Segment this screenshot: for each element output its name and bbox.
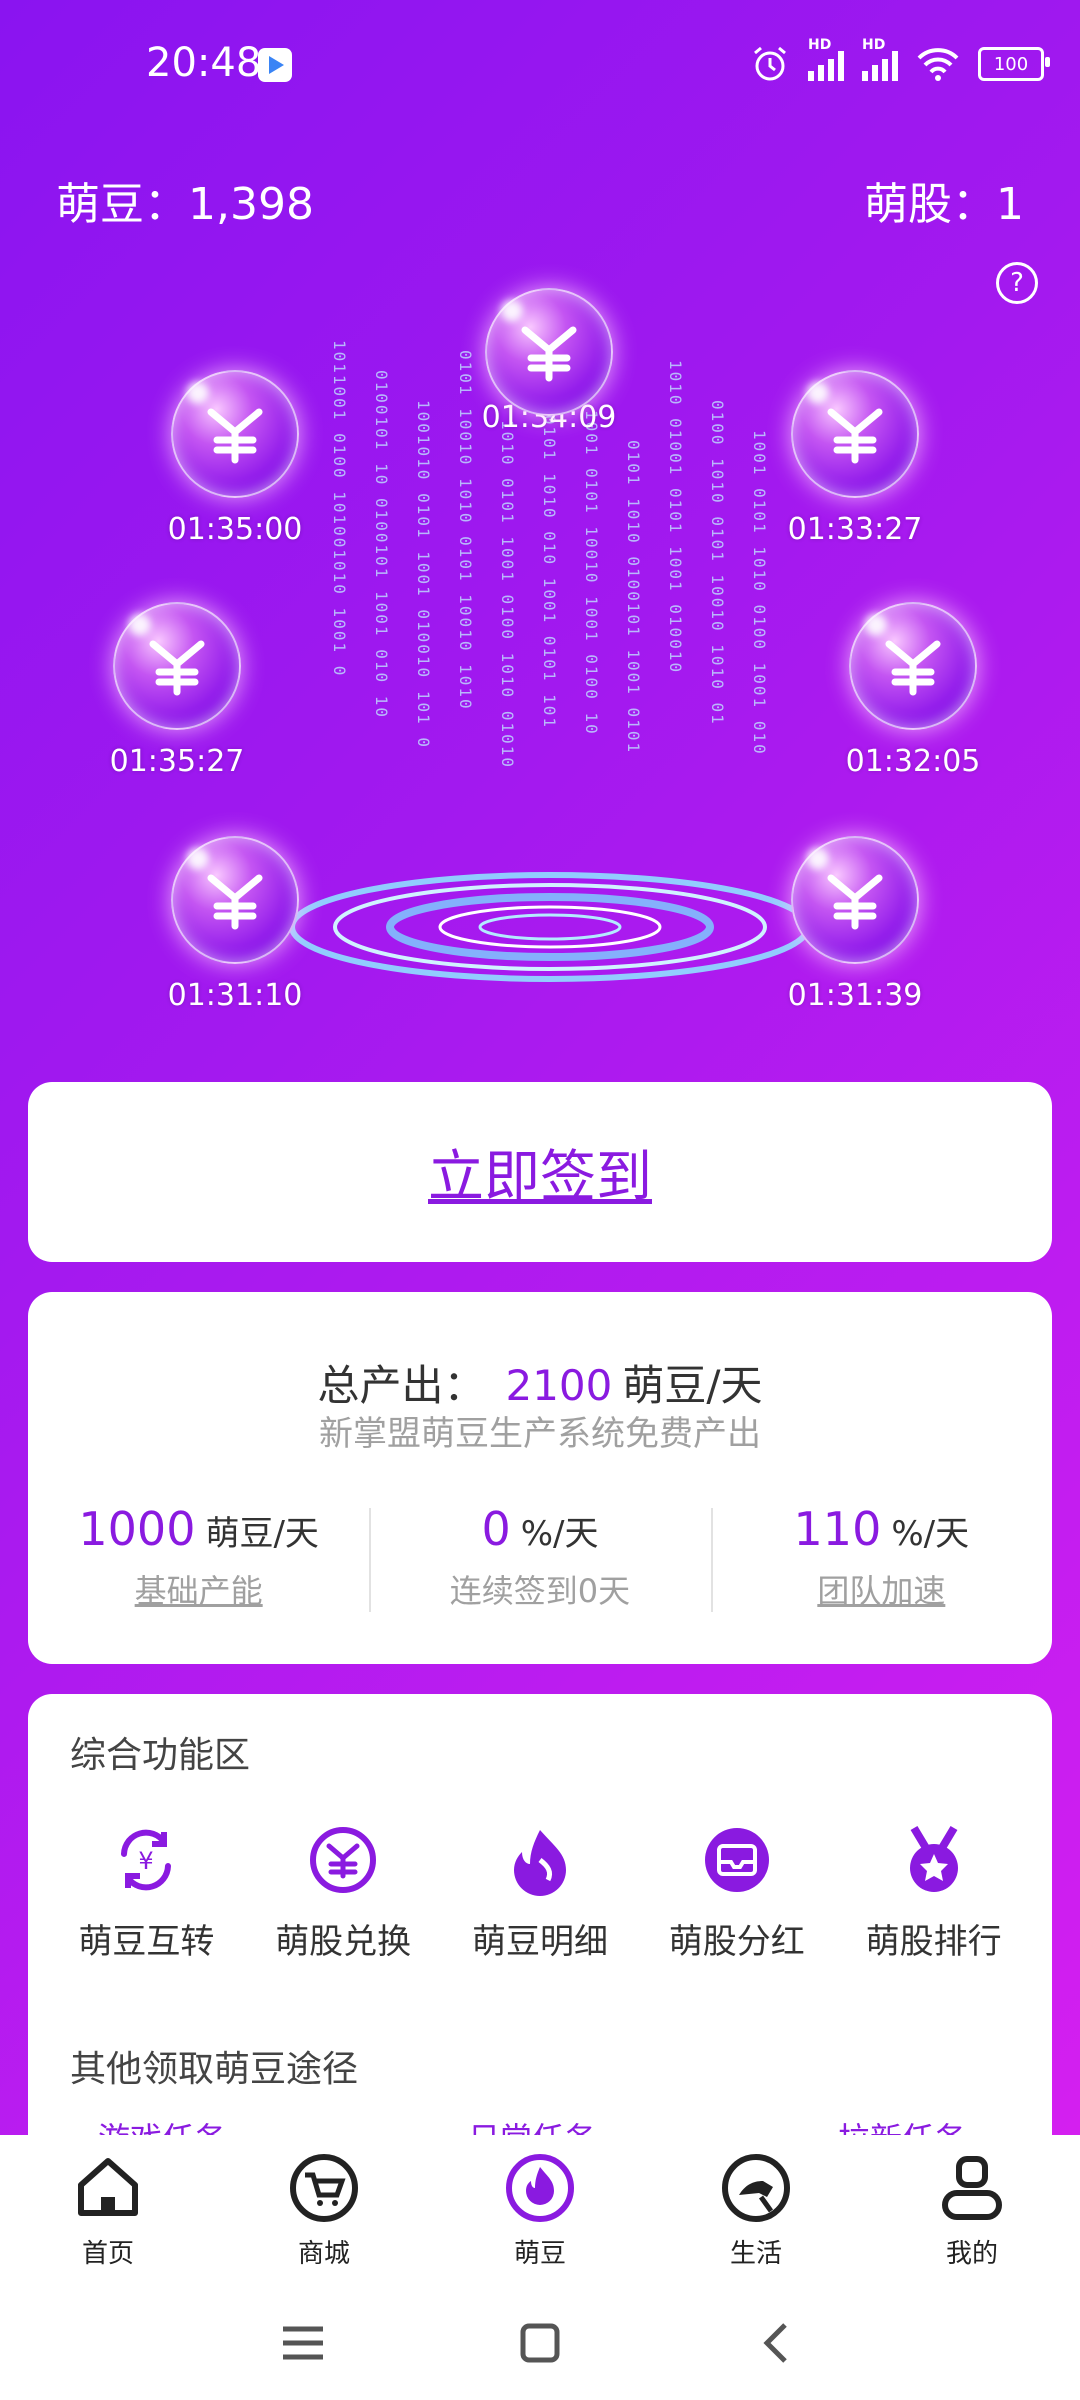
nav-label: 萌豆 xyxy=(513,2239,566,2269)
signin-button[interactable]: 立即签到 xyxy=(428,1132,652,1213)
nav-label: 商城 xyxy=(297,2239,350,2269)
platform-rings xyxy=(289,872,811,982)
stat-team-boost: 110 %/天 团队加速 xyxy=(710,1502,1052,1612)
total-output: 总产出： 2100 萌豆/天 xyxy=(28,1352,1052,1413)
ranking-medal-icon xyxy=(909,1825,958,1892)
bean-bubble[interactable]: 01:31:10 xyxy=(150,836,320,1013)
bubble-timer: 01:32:05 xyxy=(845,744,981,779)
bubble-timer: 01:31:10 xyxy=(167,978,303,1013)
bean-coin-icon xyxy=(791,370,919,498)
bubble-timer: 01:31:39 xyxy=(787,978,923,1013)
func-share-dividend[interactable]: 萌股分红 xyxy=(642,1824,832,1963)
nav-life[interactable]: 生活 xyxy=(648,2135,864,2285)
flame-icon xyxy=(506,2154,574,2222)
stat-unit: 萌豆/天 xyxy=(205,1514,319,1554)
svg-text:¥: ¥ xyxy=(139,1847,154,1875)
home-icon xyxy=(78,2158,138,2216)
func-label: 萌豆互转 xyxy=(78,1922,215,1962)
total-output-value: 2100 xyxy=(505,1361,613,1410)
battery-icon: 100 xyxy=(978,47,1050,81)
stat-value: 1000 xyxy=(78,1502,196,1556)
total-output-unit: 萌豆/天 xyxy=(622,1361,763,1410)
func-label: 萌股兑换 xyxy=(275,1922,412,1962)
signin-streak-label: 连续签到0天 xyxy=(449,1572,631,1610)
nav-beans[interactable]: 萌豆 xyxy=(432,2135,648,2285)
fuel-icon xyxy=(722,2154,790,2222)
bean-coin-icon xyxy=(171,836,299,964)
bottom-nav: 首页 商城 萌豆 生活 我的 xyxy=(0,2135,1080,2285)
wifi-icon xyxy=(917,48,959,81)
nav-label: 我的 xyxy=(945,2239,998,2269)
bubble-timer: 01:35:27 xyxy=(109,744,245,779)
exchange-yen-icon: ¥ xyxy=(121,1829,172,1891)
func-bean-transfer[interactable]: ¥ 萌豆互转 xyxy=(51,1824,241,1963)
flame-detail-icon xyxy=(513,1830,566,1896)
bean-coin-icon xyxy=(849,602,977,730)
alarm-icon xyxy=(754,46,786,81)
status-time: 20:48 xyxy=(146,40,262,86)
dividend-inbox-icon xyxy=(704,1828,769,1892)
bean-bubble[interactable]: 01:32:05 xyxy=(828,602,998,779)
output-card: 总产出： 2100 萌豆/天 新掌盟萌豆生产系统免费产出 1000 萌豆/天 基础产能… xyxy=(28,1292,1052,1664)
other-ways-title: 其他领取萌豆途径 xyxy=(70,2049,359,2090)
nav-mall[interactable]: 商城 xyxy=(216,2135,432,2285)
status-bar: 20:48 HD HD 100 xyxy=(0,0,1080,130)
output-subtitle: 新掌盟萌豆生产系统免费产出 xyxy=(319,1414,761,1454)
stat-value: 0 xyxy=(481,1502,511,1556)
signal-icon: HD xyxy=(808,37,844,81)
nav-mine[interactable]: 我的 xyxy=(864,2135,1080,2285)
nav-label: 生活 xyxy=(729,2239,782,2269)
back-icon[interactable] xyxy=(747,2313,807,2373)
func-label: 萌股分红 xyxy=(668,1922,805,1962)
stat-value: 110 xyxy=(793,1502,882,1556)
share-balance: 萌股：1 xyxy=(864,179,1024,230)
bean-bubble[interactable]: 01:35:00 xyxy=(150,370,320,547)
func-share-ranking[interactable]: 萌股排行 xyxy=(839,1824,1029,1963)
cart-icon xyxy=(290,2154,358,2222)
func-label: 萌股排行 xyxy=(865,1922,1002,1962)
team-boost-link[interactable]: 团队加速 xyxy=(711,1566,1052,1612)
nav-label: 首页 xyxy=(81,2239,134,2269)
user-icon xyxy=(942,2156,1002,2220)
bubble-timer: 01:33:27 xyxy=(787,512,923,547)
signin-card: 立即签到 xyxy=(28,1082,1052,1262)
bean-bubble[interactable]: 01:34:09 xyxy=(464,288,634,435)
func-label: 萌豆明细 xyxy=(471,1922,608,1962)
signal-icon-2: HD xyxy=(862,37,898,81)
total-output-label: 总产出： xyxy=(317,1361,486,1410)
function-card: 综合功能区 ¥ 萌豆互转 萌股兑换 萌豆明细 萌股分红 萌股排行 其他领取萌豆途… xyxy=(28,1694,1052,2174)
play-store-icon xyxy=(258,48,292,82)
bean-harvest-scene: 1011001 0100 101001010 1001 0 0100101 10… xyxy=(0,280,1080,1040)
bean-bubble[interactable]: 01:31:39 xyxy=(770,836,940,1013)
func-share-exchange[interactable]: 萌股兑换 xyxy=(248,1824,438,1963)
bean-balance: 萌豆：1,398 xyxy=(56,179,314,230)
system-nav-bar xyxy=(0,2285,1080,2400)
bean-coin-icon xyxy=(171,370,299,498)
stat-signin-streak: 0 %/天 连续签到0天 xyxy=(369,1502,710,1612)
bean-bubble[interactable]: 01:35:27 xyxy=(92,602,262,779)
menu-icon[interactable] xyxy=(273,2313,333,2373)
stat-base-capacity: 1000 萌豆/天 基础产能 xyxy=(28,1502,369,1612)
bubble-timer: 01:35:00 xyxy=(167,512,303,547)
nav-home[interactable]: 首页 xyxy=(0,2135,216,2285)
base-capacity-link[interactable]: 基础产能 xyxy=(28,1566,369,1612)
home-square-icon[interactable] xyxy=(510,2313,570,2373)
share-exchange-icon xyxy=(310,1827,377,1893)
func-bean-detail[interactable]: 萌豆明细 xyxy=(445,1824,635,1963)
bean-coin-icon xyxy=(791,836,919,964)
stat-unit: %/天 xyxy=(520,1514,599,1554)
bean-coin-icon xyxy=(485,288,613,416)
stat-unit: %/天 xyxy=(891,1514,970,1554)
function-area-title: 综合功能区 xyxy=(70,1735,251,1776)
bean-coin-icon xyxy=(113,602,241,730)
bean-bubble[interactable]: 01:33:27 xyxy=(770,370,940,547)
